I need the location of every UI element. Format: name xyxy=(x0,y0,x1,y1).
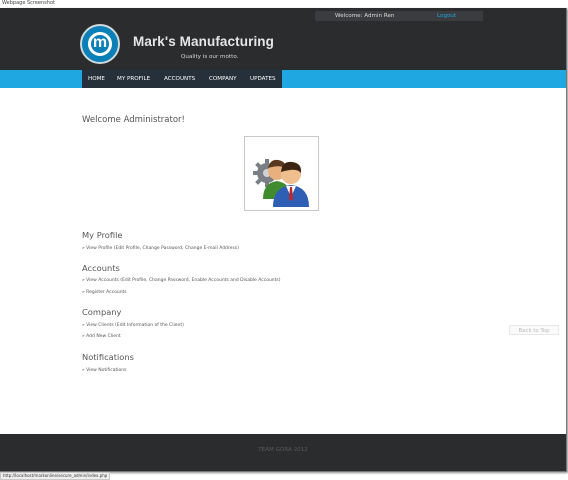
welcome-text: Welcome: Admin Ren xyxy=(335,13,395,19)
site-footer: TEAM GORA 2012 xyxy=(0,434,566,471)
site-title: Mark's Manufacturing xyxy=(133,34,274,49)
nav-updates[interactable]: UPDATES xyxy=(250,70,276,88)
link-add-new-client[interactable]: » Add New Client xyxy=(82,334,121,339)
section-title-company: Company xyxy=(82,307,122,317)
welcome-bar: Welcome: Admin Ren Logout xyxy=(315,11,483,21)
logout-link[interactable]: Logout xyxy=(437,11,456,21)
nav-my-profile[interactable]: MY PROFILE xyxy=(117,70,150,88)
nav-accounts[interactable]: ACCOUNTS xyxy=(164,70,195,88)
main-nav: HOME MY PROFILE ACCOUNTS COMPANY UPDATES xyxy=(0,70,566,88)
link-register-accounts[interactable]: » Register Accounts xyxy=(82,290,127,295)
link-view-notifications[interactable]: » View Notifications xyxy=(82,368,126,373)
screenshot-caption: Webpage Screenshot xyxy=(2,0,55,6)
logo-letter: m xyxy=(92,34,108,51)
admin-avatar xyxy=(244,136,319,211)
admin-users-icon xyxy=(253,159,309,207)
page-title: Welcome Administrator! xyxy=(82,115,185,125)
link-view-profile[interactable]: » View Profile (Edit Profile, Change Pas… xyxy=(82,246,239,251)
site-motto: Quality is our motto. xyxy=(181,54,239,60)
back-to-top-button[interactable]: Back to Top xyxy=(509,325,559,335)
section-title-notifications: Notifications xyxy=(82,352,134,362)
nav-menu: HOME MY PROFILE ACCOUNTS COMPANY UPDATES xyxy=(82,70,282,88)
nav-home[interactable]: HOME xyxy=(88,70,105,88)
link-view-clients[interactable]: » View Clients (Edit Information of the … xyxy=(82,323,184,328)
browser-page: Welcome: Admin Ren Logout m Mark's Manuf… xyxy=(0,8,567,472)
section-title-my-profile: My Profile xyxy=(82,230,123,240)
nav-company[interactable]: COMPANY xyxy=(209,70,237,88)
site-logo[interactable]: m xyxy=(80,24,120,64)
browser-status-bar: http://localhost/markonline/secure_admin… xyxy=(0,472,110,480)
footer-text: TEAM GORA 2012 xyxy=(258,447,308,453)
site-header: Welcome: Admin Ren Logout m Mark's Manuf… xyxy=(0,8,566,70)
section-title-accounts: Accounts xyxy=(82,263,120,273)
link-view-accounts[interactable]: » View Accounts (Edit Profile, Change Pa… xyxy=(82,278,281,283)
